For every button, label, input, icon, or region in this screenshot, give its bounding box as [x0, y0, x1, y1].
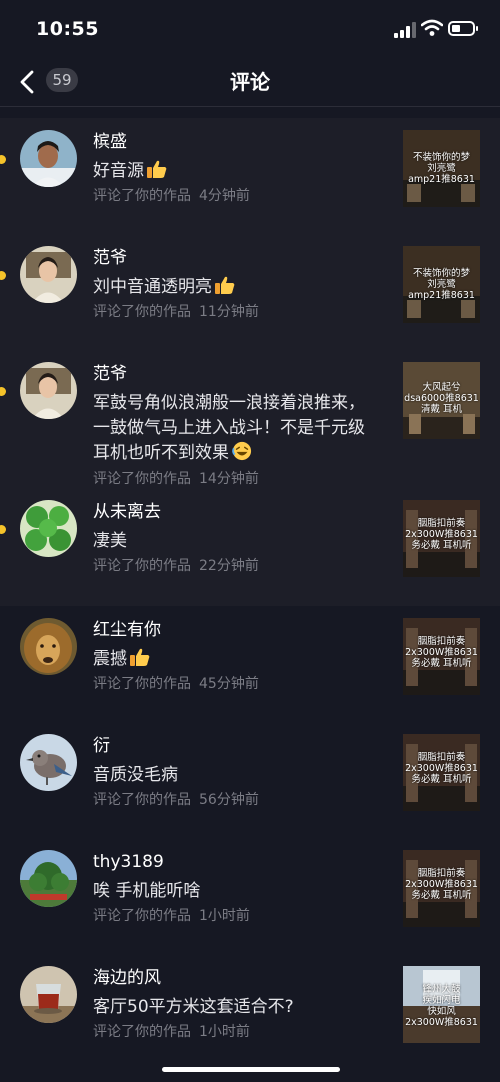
avatar[interactable] [20, 500, 77, 557]
video-thumbnail[interactable]: 胭脂扣前奏 2x300W推8631 务必戴 耳机听 [403, 500, 480, 577]
video-thumbnail[interactable]: 不装饰你的梦 刘亮鹭 amp21推8631 [403, 246, 480, 323]
video-thumbnail[interactable]: 大风起兮 dsa6000推8631 清戴 耳机 [403, 362, 480, 439]
battery-icon [448, 21, 478, 36]
commenter-name[interactable]: thy3189 [93, 851, 391, 873]
commenter-name[interactable]: 衍 [93, 735, 391, 757]
unread-dot [0, 525, 6, 534]
status-time: 10:55 [36, 18, 99, 40]
avatar[interactable] [20, 850, 77, 907]
comment-meta: 评论了你的作品 56分钟前 [93, 792, 259, 808]
header: 59 评论 [0, 58, 500, 107]
thumbnail-caption: 不装饰你的梦 刘亮鹭 amp21推8631 [408, 268, 475, 301]
comment-item[interactable]: 从未离去 凄美 评论了你的作品 22分钟前 胭脂扣前奏 2x300W推8631 务必戴… [0, 488, 500, 606]
comment-meta: 评论了你的作品 4分钟前 [93, 188, 250, 204]
thumbs-up-emoji-icon [147, 160, 167, 178]
comment-text: 唉 手机能听啥 [93, 881, 201, 901]
commenter-name[interactable]: 范爷 [93, 247, 391, 269]
thumbnail-caption: 大风起兮 dsa6000推8631 清戴 耳机 [404, 382, 479, 415]
comment-item[interactable]: 范爷 刘中音通透明亮 评论了你的作品 11分钟前 不装饰你的梦 刘亮鹭 amp21推8… [0, 234, 500, 350]
comment-meta: 评论了你的作品 1小时前 [93, 908, 250, 924]
thumbnail-caption: 胭脂扣前奏 2x300W推8631 务必戴 耳机听 [405, 868, 478, 901]
comment-meta: 评论了你的作品 22分钟前 [93, 558, 259, 574]
comment-text: 凄美 [93, 531, 127, 551]
comment-text: 客厅50平方米这套适合不? [93, 997, 294, 1017]
comment-list: 槟盛 好音源 评论了你的作品 4分钟前 不装饰你的梦 刘亮鹭 amp21推8631 范… [0, 118, 500, 1054]
comment-meta: 评论了你的作品 14分钟前 [93, 471, 259, 487]
thumbnail-caption: 胭脂扣前奏 2x300W推8631 务必戴 耳机听 [405, 636, 478, 669]
avatar[interactable] [20, 618, 77, 675]
comment-item[interactable]: 红尘有你 震撼 评论了你的作品 45分钟前 胭脂扣前奏 2x300W推8631 务必戴… [0, 606, 500, 722]
avatar[interactable] [20, 734, 77, 791]
thumbnail-caption: 不装饰你的梦 刘亮鹭 amp21推8631 [408, 152, 475, 185]
comment-item[interactable]: 槟盛 好音源 评论了你的作品 4分钟前 不装饰你的梦 刘亮鹭 amp21推8631 [0, 118, 500, 234]
comment-item[interactable]: thy3189 唉 手机能听啥 评论了你的作品 1小时前 胭脂扣前奏 2x300W推… [0, 838, 500, 954]
video-thumbnail[interactable]: 胭脂扣前奏 2x300W推8631 务必戴 耳机听 [403, 850, 480, 927]
commenter-name[interactable]: 从未离去 [93, 501, 391, 523]
home-indicator[interactable] [162, 1067, 340, 1072]
comment-item[interactable]: 范爷 军鼓号角似浪潮般一浪接着浪推来， 一鼓做气马上进入战斗！不是千元级 耳机也… [0, 350, 500, 488]
avatar[interactable] [20, 362, 77, 419]
comment-meta: 评论了你的作品 11分钟前 [93, 304, 259, 320]
page-title: 评论 [230, 70, 270, 94]
thumbs-up-emoji-icon [130, 648, 150, 666]
comment-text: 军鼓号角似浪潮般一浪接着浪推来， 一鼓做气马上进入战斗！不是千元级 耳机也听不到… [93, 393, 365, 463]
comment-text: 刘中音通透明亮 [93, 275, 391, 299]
wifi-icon [421, 19, 443, 36]
avatar[interactable] [20, 130, 77, 187]
video-thumbnail[interactable]: 不装饰你的梦 刘亮鹭 amp21推8631 [403, 130, 480, 207]
thumbnail-caption: 胭脂扣前奏 2x300W推8631 务必戴 耳机听 [405, 518, 478, 551]
status-bar: 10:55 [0, 0, 500, 60]
thumbnail-caption: 胭脂扣前奏 2x300W推8631 务必戴 耳机听 [405, 752, 478, 785]
comment-meta: 评论了你的作品 45分钟前 [93, 676, 259, 692]
video-thumbnail[interactable]: 胭脂扣前奏 2x300W推8631 务必戴 耳机听 [403, 618, 480, 695]
unread-dot [0, 387, 6, 396]
thumbnail-caption: 锋州大鼓 疾如闪电 快如风 2x300W推8631 [405, 984, 478, 1028]
comment-text: 震撼 [93, 647, 391, 671]
comment-text: 好音源 [93, 159, 391, 183]
unread-section: 槟盛 好音源 评论了你的作品 4分钟前 不装饰你的梦 刘亮鹭 amp21推8631 范… [0, 118, 500, 606]
thumbs-up-emoji-icon [215, 276, 235, 294]
commenter-name[interactable]: 范爷 [93, 363, 393, 385]
avatar[interactable] [20, 246, 77, 303]
video-thumbnail[interactable]: 锋州大鼓 疾如闪电 快如风 2x300W推8631 [403, 966, 480, 1043]
cellular-signal-icon [394, 22, 416, 38]
unread-dot [0, 155, 6, 164]
commenter-name[interactable]: 槟盛 [93, 131, 391, 153]
comment-item[interactable]: 衍 音质没毛病 评论了你的作品 56分钟前 胭脂扣前奏 2x300W推8631 务必戴… [0, 722, 500, 838]
comment-text: 音质没毛病 [93, 765, 178, 785]
laughing-emoji-icon [232, 441, 252, 461]
unread-dot [0, 271, 6, 280]
comment-meta: 评论了你的作品 1小时前 [93, 1024, 250, 1040]
avatar[interactable] [20, 966, 77, 1023]
comment-item[interactable]: 海边的风 客厅50平方米这套适合不? 评论了你的作品 1小时前 锋州大鼓 疾如闪电快… [0, 954, 500, 1054]
video-thumbnail[interactable]: 胭脂扣前奏 2x300W推8631 务必戴 耳机听 [403, 734, 480, 811]
commenter-name[interactable]: 红尘有你 [93, 619, 391, 641]
commenter-name[interactable]: 海边的风 [93, 967, 391, 989]
